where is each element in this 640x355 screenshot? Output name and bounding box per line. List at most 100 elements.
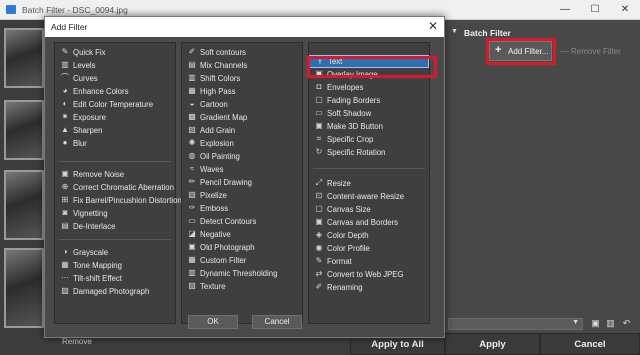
filter-label: De-Interlace xyxy=(73,222,116,231)
filter-item[interactable]: ◙ Vignetting xyxy=(55,207,175,220)
filter-label: Shift Colors xyxy=(200,74,241,83)
filter-item[interactable]: ✐ Renaming xyxy=(309,281,429,294)
cancel-button[interactable]: Cancel xyxy=(540,333,640,355)
dialog-cancel-button[interactable]: Cancel xyxy=(252,315,302,329)
filter-item[interactable]: ▦ High Pass xyxy=(182,85,302,98)
filter-item[interactable]: ✐ Soft contours xyxy=(182,46,302,59)
filter-item[interactable]: ◒ Cartoon xyxy=(182,98,302,111)
filter-icon: ▲ xyxy=(61,125,69,134)
filter-item[interactable]: ▨ Texture xyxy=(182,280,302,293)
filter-item[interactable]: ↻ Specific Rotation xyxy=(309,146,429,159)
filter-label: Detect Contours xyxy=(200,217,257,226)
dialog-close-icon[interactable]: ✕ xyxy=(428,19,438,33)
filter-item[interactable]: ▥ Dynamic Thresholding xyxy=(182,267,302,280)
collapse-arrow-icon[interactable]: ▼ xyxy=(451,28,458,35)
filter-item[interactable]: ✷ Exposure xyxy=(55,111,175,124)
preset-dropdown[interactable]: ▼ xyxy=(448,318,583,330)
filter-item[interactable]: ⊡ Content-aware Resize xyxy=(309,190,429,203)
filter-icon: ✐ xyxy=(188,47,196,56)
filter-label: Renaming xyxy=(327,283,363,292)
filter-item[interactable]: ▩ Gradient Map xyxy=(182,111,302,124)
filter-item[interactable]: ◉ Color Profile xyxy=(309,242,429,255)
filter-item[interactable]: ◐ Edit Color Temperature xyxy=(55,98,175,111)
filter-item[interactable]: ◪ Negative xyxy=(182,228,302,241)
filter-item[interactable]: ▦ Custom Filter xyxy=(182,254,302,267)
save-icon[interactable]: ▣ xyxy=(590,318,601,329)
filter-item[interactable]: ▲ Sharpen xyxy=(55,124,175,137)
filter-item[interactable]: ▥ Levels xyxy=(55,59,175,72)
filter-item[interactable]: ▦ Tone Mapping xyxy=(55,259,175,272)
thumbnail[interactable] xyxy=(4,100,44,160)
filter-item[interactable]: ▣ Remove Noise xyxy=(55,168,175,181)
thumbnail[interactable] xyxy=(4,28,44,88)
filter-item[interactable]: ◈ Color Depth xyxy=(309,229,429,242)
filter-item[interactable]: ⌗ Specific Crop xyxy=(309,133,429,146)
filter-icon: ⌒ xyxy=(61,73,69,82)
filter-icon: ▤ xyxy=(188,60,196,69)
filter-item[interactable]: ▤ Mix Channels xyxy=(182,59,302,72)
minus-icon: — xyxy=(560,46,569,56)
remove-label[interactable]: Remove xyxy=(62,337,92,346)
filter-item[interactable]: ▢ Fading Borders xyxy=(309,94,429,107)
filter-item[interactable]: ▨ Damaged Photograph xyxy=(55,285,175,298)
filter-column-3: Ŧ Text ▣ Overlay Image ◘ Envelopes ▢ Fading Bor… xyxy=(308,42,430,324)
filter-item[interactable]: ▤ De-Interlace xyxy=(55,220,175,233)
ok-button[interactable]: OK xyxy=(188,315,238,329)
filter-label: Damaged Photograph xyxy=(73,287,150,296)
remove-filter-button[interactable]: — Remove Filter xyxy=(560,43,630,59)
filter-icon: ✺ xyxy=(188,138,196,147)
filter-item[interactable]: ▭ Detect Contours xyxy=(182,215,302,228)
chevron-down-icon: ▼ xyxy=(572,319,579,326)
batch-filter-panel xyxy=(445,20,640,355)
thumbnail[interactable] xyxy=(4,170,44,240)
filter-icon: ◈ xyxy=(315,230,323,239)
filter-item[interactable]: ✺ Explosion xyxy=(182,137,302,150)
filter-icon: ▢ xyxy=(315,204,323,213)
filter-icon: ✎ xyxy=(61,47,69,56)
filter-item[interactable]: ◑ Grayscale xyxy=(55,246,175,259)
filter-label: Pixelize xyxy=(200,191,227,200)
filter-label: Edit Color Temperature xyxy=(73,100,154,109)
filter-item[interactable]: ⌒ Curves xyxy=(55,72,175,85)
filter-item[interactable]: ▨ Add Grain xyxy=(182,124,302,137)
filter-icon: ◉ xyxy=(315,243,323,252)
filter-item[interactable]: ⤢ Resize xyxy=(309,177,429,190)
minimize-button[interactable]: — xyxy=(550,0,580,20)
filter-item[interactable]: ◍ Oil Painting xyxy=(182,150,302,163)
filter-item[interactable]: ▭ Soft Shadow xyxy=(309,107,429,120)
filter-item[interactable]: ▥ Shift Colors xyxy=(182,72,302,85)
close-window-button[interactable]: ✕ xyxy=(610,0,640,20)
filter-item[interactable]: ▣ Make 3D Button xyxy=(309,120,429,133)
filter-label: Mix Channels xyxy=(200,61,248,70)
filter-item[interactable]: ⇄ Convert to Web JPEG xyxy=(309,268,429,281)
apply-button[interactable]: Apply xyxy=(445,333,540,355)
filter-item[interactable]: ✏ Pencil Drawing xyxy=(182,176,302,189)
filter-item[interactable]: ≈ Waves xyxy=(182,163,302,176)
filter-item[interactable]: ⊞ Fix Barrel/Pincushion Distortion xyxy=(55,194,182,207)
filter-icon: ▨ xyxy=(188,281,196,290)
undo-icon[interactable]: ↶ xyxy=(621,318,632,329)
filter-item[interactable]: ▧ Pixelize xyxy=(182,189,302,202)
filter-label: Envelopes xyxy=(327,83,364,92)
filter-item[interactable]: ● Blur xyxy=(55,137,175,150)
filter-item[interactable]: ▢ Canvas Size xyxy=(309,203,429,216)
filter-label: Texture xyxy=(200,282,226,291)
thumbnail[interactable] xyxy=(4,248,44,328)
filter-icon: ▥ xyxy=(188,73,196,82)
delete-icon[interactable]: ▥ xyxy=(605,318,616,329)
filter-item[interactable]: ◘ Envelopes xyxy=(309,81,429,94)
maximize-button[interactable]: ☐ xyxy=(580,0,610,20)
filter-item[interactable]: ✎ Format xyxy=(309,255,429,268)
filter-icon: ▨ xyxy=(61,286,69,295)
filter-label: Pencil Drawing xyxy=(200,178,253,187)
filter-item[interactable]: ⋯ Tilt-shift Effect xyxy=(55,272,175,285)
filter-item[interactable]: ⊕ Correct Chromatic Aberration xyxy=(55,181,175,194)
filter-item[interactable]: ▣ Old Photograph xyxy=(182,241,302,254)
filter-item[interactable]: ✎ Quick Fix xyxy=(55,46,175,59)
filter-icon: ▦ xyxy=(188,255,196,264)
filter-item[interactable]: ✑ Emboss xyxy=(182,202,302,215)
filter-item[interactable]: ◕ Enhance Colors xyxy=(55,85,175,98)
group-divider xyxy=(59,239,171,240)
filter-icon: ▩ xyxy=(188,112,196,121)
filter-item[interactable]: ▣ Canvas and Borders xyxy=(309,216,429,229)
